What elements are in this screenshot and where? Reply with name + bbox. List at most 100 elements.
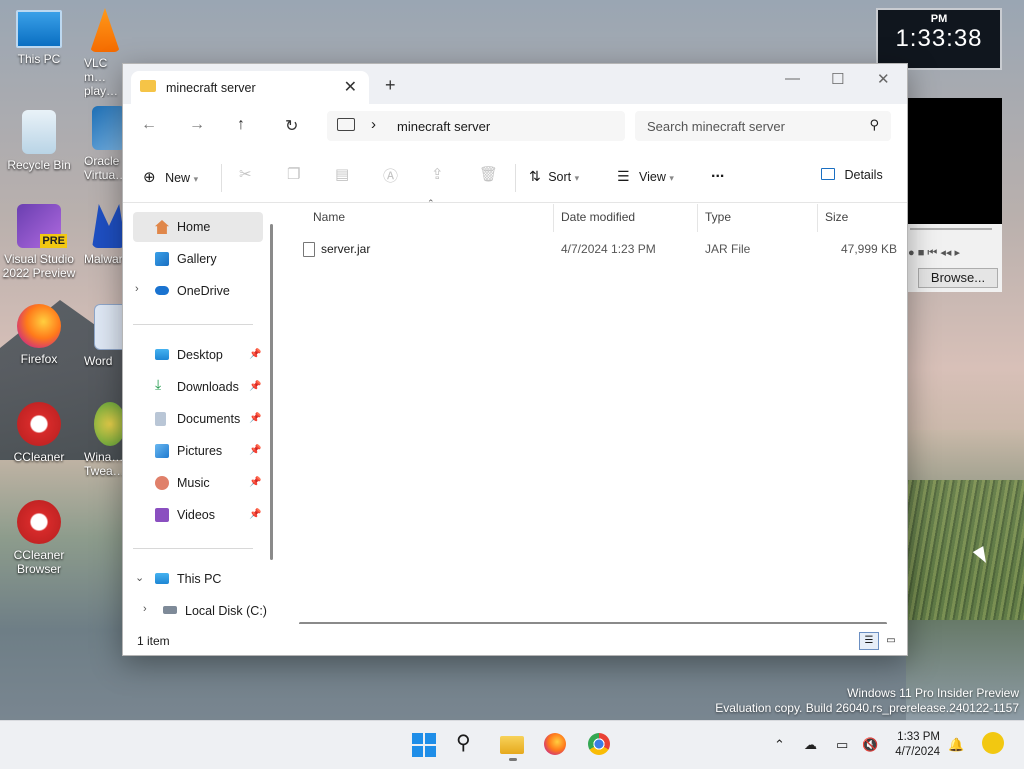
folder-icon: [500, 736, 524, 754]
file-explorer-window[interactable]: minecraft server ✕ + — ☐ ✕ ← → ↑ ↻ › min…: [122, 63, 908, 656]
title-bar[interactable]: minecraft server ✕ + — ☐ ✕: [123, 64, 907, 104]
tab-minecraft-server[interactable]: minecraft server ✕: [131, 71, 369, 104]
nav-item-music[interactable]: Music 📌: [133, 468, 263, 498]
details-button[interactable]: Details: [821, 168, 883, 182]
desktop-icon-this-pc[interactable]: This PC: [1, 10, 77, 66]
malwarebytes-icon: [92, 204, 124, 248]
taskbar: ⚲ ⌃ ☁ ▭ 🔇 1:33 PM 4/7/2024 🔔: [0, 720, 1024, 769]
desktop-icon-firefox[interactable]: Firefox: [1, 304, 77, 366]
desktop-icon-ccleaner-browser[interactable]: CCleaner Browser: [1, 500, 77, 576]
rename-icon[interactable]: Ⓐ: [383, 165, 398, 186]
pin-icon[interactable]: 📌: [249, 509, 261, 520]
nav-item-this-pc[interactable]: ⌄ This PC: [133, 564, 263, 594]
nav-item-documents[interactable]: Documents 📌: [133, 404, 263, 434]
share-icon[interactable]: ⇪: [431, 165, 444, 183]
winaero-tweaker-icon: [94, 402, 124, 446]
pin-icon[interactable]: 📌: [249, 381, 261, 392]
desktop-icon-winaero[interactable]: Wina… Twea…: [84, 402, 124, 478]
column-divider[interactable]: [553, 204, 554, 232]
watermark-edition: Windows 11 Pro Insider Preview: [847, 686, 1019, 700]
pin-icon[interactable]: 📌: [249, 445, 261, 456]
nav-item-gallery[interactable]: Gallery: [133, 244, 263, 274]
desktop-icon-recycle-bin[interactable]: Recycle Bin: [1, 110, 77, 172]
view-button[interactable]: ☰ View ▾: [617, 168, 674, 185]
onedrive-offline-icon[interactable]: ☁: [804, 737, 817, 753]
nav-item-onedrive[interactable]: › OneDrive: [133, 276, 263, 306]
watermark-build: Evaluation copy. Build 26040.rs_prerelea…: [715, 701, 1019, 715]
tiles-view-icon[interactable]: ▭: [881, 632, 901, 650]
minimize-button[interactable]: —: [785, 70, 800, 87]
status-bar: 1 item ☰ ▭: [123, 624, 907, 654]
chevron-down-icon: ▾: [193, 174, 199, 184]
chevron-right-icon[interactable]: ›: [143, 603, 147, 615]
nav-item-local-disk[interactable]: › Local Disk (C:): [141, 596, 271, 626]
seek-bar[interactable]: [910, 228, 992, 230]
more-options-button[interactable]: ...: [711, 164, 724, 182]
nav-item-pictures[interactable]: Pictures 📌: [133, 436, 263, 466]
column-header-type[interactable]: Type: [705, 210, 731, 224]
desktop-icon-ccleaner[interactable]: CCleaner: [1, 402, 77, 464]
up-button[interactable]: ↑: [237, 116, 245, 134]
nav-item-downloads[interactable]: ⤓ Downloads 📌: [133, 372, 263, 402]
clock-widget-time: 1:33:38: [895, 25, 983, 52]
running-indicator: [509, 758, 517, 761]
clock-widget[interactable]: PM 1:33:38: [876, 8, 1002, 70]
nav-item-desktop[interactable]: Desktop 📌: [133, 340, 263, 370]
forward-button[interactable]: →: [189, 116, 205, 134]
desktop-icon-virtualbox[interactable]: Oracle Virtua…: [84, 106, 124, 182]
column-divider[interactable]: [697, 204, 698, 232]
sort-button[interactable]: ⇅ Sort ▾: [529, 168, 579, 185]
media-player-window[interactable]: ● ■ ⏮ ◂◂ ▸ Browse...: [906, 98, 1002, 292]
desktop-icon-word[interactable]: Word: [84, 304, 124, 368]
search-input[interactable]: Search minecraft server ⚲: [635, 111, 891, 141]
cut-icon[interactable]: ✂: [239, 165, 252, 183]
pin-icon[interactable]: 📌: [249, 349, 261, 360]
back-button[interactable]: ←: [141, 116, 157, 134]
desktop-icon-malwarebytes[interactable]: Malwar…: [84, 204, 124, 266]
notification-bell-icon[interactable]: 🔔: [948, 737, 964, 753]
refresh-button[interactable]: ↻: [285, 116, 298, 136]
monitor-icon: [16, 10, 62, 48]
desktop-icon-vlc[interactable]: VLC m… play…: [84, 8, 124, 98]
column-divider[interactable]: [817, 204, 818, 232]
nav-item-videos[interactable]: Videos 📌: [133, 500, 263, 530]
maximize-button[interactable]: ☐: [831, 70, 844, 88]
browse-button[interactable]: Browse...: [918, 268, 998, 288]
pin-icon[interactable]: 📌: [249, 477, 261, 488]
paste-icon[interactable]: ▤: [335, 165, 349, 183]
show-hidden-icons-icon[interactable]: ⌃: [774, 737, 785, 753]
address-bar[interactable]: › minecraft server: [327, 111, 625, 141]
details-view-icon[interactable]: ☰: [859, 632, 879, 650]
chevron-right-icon[interactable]: ›: [371, 116, 376, 133]
new-tab-button[interactable]: +: [385, 75, 396, 96]
column-header-name[interactable]: Name: [313, 210, 345, 224]
nav-scrollbar[interactable]: [270, 224, 273, 560]
volume-muted-icon[interactable]: 🔇: [862, 737, 878, 753]
sort-icon: ⇅: [529, 168, 541, 184]
search-icon[interactable]: ⚲: [456, 730, 482, 754]
column-header-date[interactable]: Date modified: [561, 210, 635, 224]
breadcrumb-minecraft-server[interactable]: minecraft server: [397, 119, 490, 134]
nav-item-home[interactable]: Home: [133, 212, 263, 242]
new-button[interactable]: ⊕ New ▾: [143, 168, 198, 186]
close-tab-icon[interactable]: ✕: [344, 77, 357, 97]
close-window-button[interactable]: ✕: [877, 70, 890, 88]
windows-logo-icon: [412, 733, 436, 757]
chevron-right-icon[interactable]: ›: [135, 283, 139, 295]
chrome-taskbar-icon[interactable]: [588, 733, 614, 757]
firefox-taskbar-icon[interactable]: [544, 733, 570, 757]
network-icon[interactable]: ▭: [836, 737, 848, 753]
delete-icon[interactable]: 🗑: [479, 165, 498, 183]
taskbar-clock[interactable]: 1:33 PM 4/7/2024: [890, 730, 940, 760]
chevron-down-icon: ▾: [669, 173, 674, 183]
playback-buttons-icon[interactable]: ● ■ ⏮ ◂◂ ▸: [908, 246, 960, 260]
copy-icon[interactable]: ❐: [287, 165, 300, 183]
chevron-down-icon[interactable]: ⌄: [135, 571, 144, 584]
firefox-icon: [17, 304, 61, 348]
start-button[interactable]: [412, 733, 438, 757]
desktop-icon-visual-studio[interactable]: PRE Visual Studio 2022 Preview: [1, 204, 77, 280]
file-explorer-taskbar-icon[interactable]: [500, 733, 526, 761]
column-header-size[interactable]: Size: [825, 210, 848, 224]
dev-home-pre-icon[interactable]: [982, 732, 1004, 754]
pin-icon[interactable]: 📌: [249, 413, 261, 424]
